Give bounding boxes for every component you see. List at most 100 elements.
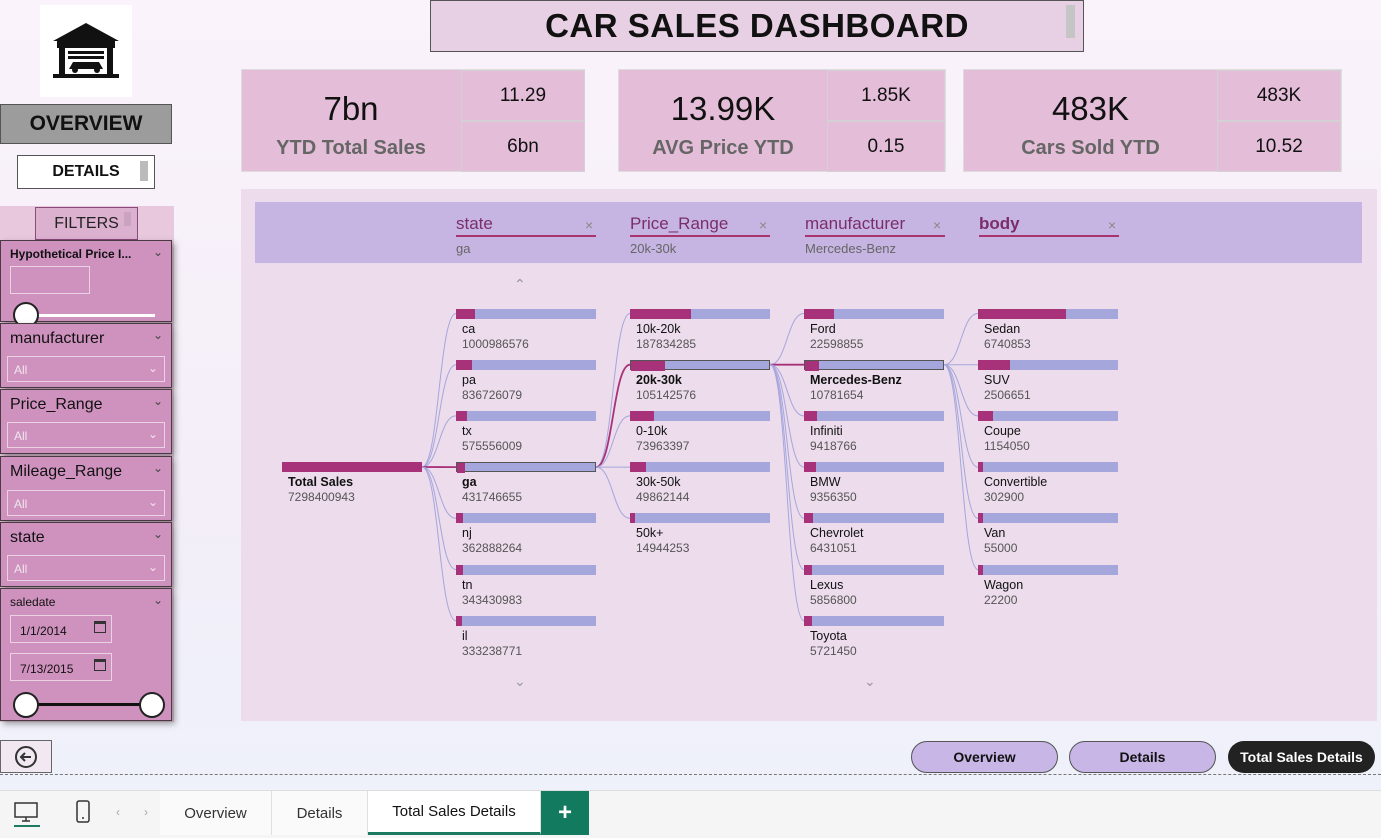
add-page-button[interactable]: + [541,791,589,835]
mileage-range-dropdown[interactable]: All ⌄ [7,490,165,516]
state-slicer[interactable]: state ⌄ All ⌄ [0,522,172,587]
state-node-bar[interactable] [456,462,596,474]
state-node-label: tn [462,577,473,592]
state-dropdown[interactable]: All ⌄ [7,555,165,581]
chevron-down-icon[interactable]: ⌄ [153,328,163,342]
chevron-down-icon[interactable]: ⌄ [864,673,876,690]
manufacturer-dropdown[interactable]: All ⌄ [7,356,165,382]
mobile-view-icon[interactable] [74,799,92,830]
column-underline [630,235,770,237]
tab-details[interactable]: Details [272,791,368,835]
close-icon[interactable]: × [585,217,593,233]
body-node-value: 302900 [984,490,1025,505]
chevron-down-icon[interactable]: ⌄ [514,673,526,690]
body-node-bar[interactable] [978,513,1118,524]
next-page-icon[interactable]: › [144,805,148,819]
manufacturer-node-bar[interactable] [804,410,944,421]
calendar-icon[interactable] [94,621,106,633]
body-node-bar[interactable] [978,359,1118,370]
tab-overview[interactable]: Overview [160,791,272,835]
state-node-bar[interactable] [456,359,596,370]
manufacturer-node-value: 5856800 [810,592,857,607]
close-icon[interactable]: × [759,217,767,233]
state-node-bar[interactable] [456,308,596,319]
chevron-down-icon[interactable]: ⌄ [153,527,163,541]
price-node-label: 0-10k [636,423,668,438]
price-node-bar[interactable] [630,462,770,473]
chevron-down-icon[interactable]: ⌄ [153,461,163,475]
date-slider-end-handle[interactable] [139,692,165,718]
state-node-bar[interactable] [456,410,596,421]
page-title: CAR SALES DASHBOARD [430,0,1084,52]
chevron-up-icon[interactable]: ⌃ [514,276,526,293]
date-slider-start-handle[interactable] [13,692,39,718]
back-button[interactable] [0,740,52,773]
desktop-view-icon[interactable] [12,799,40,832]
hypothetical-value-input[interactable] [10,266,90,294]
dropdown-value: All [14,562,28,576]
state-node-bar[interactable] [456,513,596,524]
body-node-bar[interactable] [978,564,1118,575]
state-node-bar[interactable] [456,564,596,575]
hypothetical-price-slicer[interactable]: Hypothetical Price I... ⌄ [0,240,172,328]
manufacturer-node-value: 22598855 [810,336,864,351]
date-slider-track[interactable] [25,703,153,706]
kpi-card-cars-sold: 483K Cars Sold YTD 483K 10.52 [963,69,1342,172]
price-range-slicer[interactable]: Price_Range ⌄ All ⌄ [0,389,172,454]
slider-track[interactable] [23,314,155,317]
state-node-label: ca [462,321,476,336]
manufacturer-node-bar[interactable] [804,615,944,626]
details-nav-button[interactable]: DETAILS [17,155,155,189]
manufacturer-slicer[interactable]: manufacturer ⌄ All ⌄ [0,323,172,388]
price-node-bar[interactable] [630,308,770,319]
body-node-bar[interactable] [978,462,1118,473]
calendar-icon[interactable] [94,659,106,671]
price-node-bar[interactable] [630,410,770,421]
manufacturer-node-bar[interactable] [804,564,944,575]
scroll-indicator [140,161,148,181]
chevron-down-icon[interactable]: ⌄ [153,593,163,607]
mileage-range-slicer[interactable]: Mileage_Range ⌄ All ⌄ [0,456,172,521]
column-title-body[interactable]: body [979,214,1020,234]
state-node-value: 836726079 [462,387,523,402]
column-title-state[interactable]: state [456,214,493,234]
body-node-bar[interactable] [978,410,1118,421]
kpi-value: 7bn [323,90,379,127]
column-title-manufacturer[interactable]: manufacturer [805,214,905,234]
state-node-label: nj [462,526,472,541]
tab-total-sales-details[interactable]: Total Sales Details [368,791,541,835]
manufacturer-node-bar[interactable] [804,308,944,319]
details-page-button[interactable]: Details [1069,741,1216,773]
end-date-input[interactable]: 7/13/2015 [10,653,112,681]
saledate-slicer[interactable]: saledate ⌄ 1/1/2014 7/13/2015 [0,588,172,721]
column-title-price-range[interactable]: Price_Range [630,214,728,234]
manufacturer-node-bar[interactable] [804,359,944,371]
overview-page-button[interactable]: Overview [911,741,1058,773]
price-node-value: 187834285 [636,336,697,351]
root-bar[interactable] [282,462,422,472]
chevron-down-icon[interactable]: ⌄ [153,245,163,259]
manufacturer-node-label: Lexus [810,577,844,592]
start-date-input[interactable]: 1/1/2014 [10,615,112,643]
state-node-bar[interactable] [456,615,596,626]
manufacturer-node-bar[interactable] [804,462,944,473]
overview-nav-button[interactable]: OVERVIEW [0,104,172,144]
close-icon[interactable]: × [1108,217,1116,233]
total-sales-details-page-button[interactable]: Total Sales Details [1228,741,1375,773]
prev-page-icon[interactable]: ‹ [116,805,120,819]
bar-fill [804,564,812,575]
price-node-bar[interactable] [630,359,770,371]
manufacturer-node-bar[interactable] [804,513,944,524]
price-node-bar[interactable] [630,513,770,524]
manufacturer-node-label: BMW [810,475,841,490]
filters-label: FILTERS [54,214,119,232]
price-range-dropdown[interactable]: All ⌄ [7,422,165,448]
bar-fill [630,462,647,473]
slicer-label: manufacturer [10,330,105,347]
end-date-value: 7/13/2015 [20,662,74,676]
body-node-bar[interactable] [978,308,1118,319]
manufacturer-node-label: Toyota [810,628,847,643]
bar-fill [978,410,993,421]
chevron-down-icon[interactable]: ⌄ [153,394,163,408]
close-icon[interactable]: × [933,217,941,233]
